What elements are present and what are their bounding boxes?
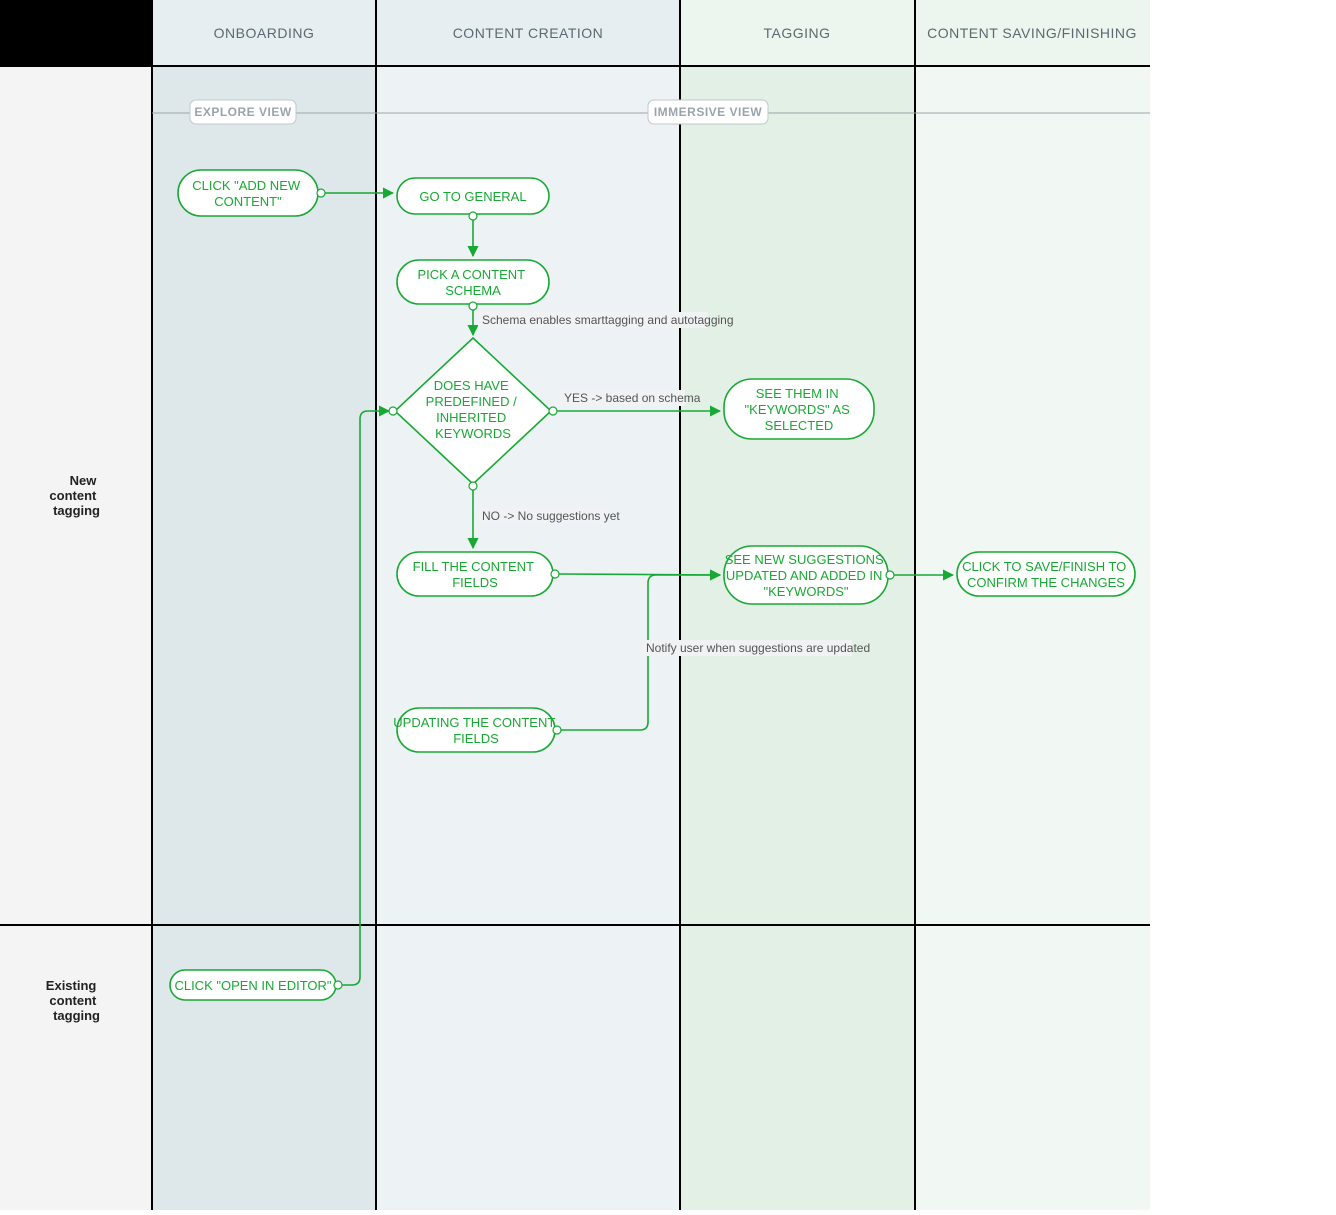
- flowchart-canvas: ONBOARDING CONTENT CREATION TAGGING CONT…: [0, 0, 1336, 1210]
- label-yes-branch: YES -> based on schema: [564, 391, 701, 405]
- label-notify-update: Notify user when suggestions are updated: [646, 641, 870, 655]
- svg-text:CLICK "OPEN IN EDITOR": CLICK "OPEN IN EDITOR": [174, 978, 331, 993]
- svg-text:IMMERSIVE VIEW: IMMERSIVE VIEW: [654, 105, 763, 119]
- svg-text:DOES HAVE PREDEFINED /: DOES HAVE PREDEFINED / INHERITED KEYWORD…: [426, 378, 521, 441]
- col-onboarding-label: ONBOARDING: [214, 25, 315, 41]
- node-click-add-new: CLICK "ADD NEW CONTENT": [178, 170, 325, 216]
- node-go-to-general: GO TO GENERAL: [397, 178, 549, 220]
- node-pick-schema: PICK A CONTENT SCHEMA: [397, 260, 549, 310]
- node-save-finish: CLICK TO SAVE/FINISH TO CONFIRM THE CHAN…: [957, 552, 1135, 596]
- row-existing-tagging-label: Existing content tagging: [46, 978, 100, 1023]
- col-saving-label: CONTENT SAVING/FINISHING: [927, 25, 1137, 41]
- node-see-keywords-selected: SEE THEM IN "KEYWORDS" AS SELECTED: [724, 379, 874, 439]
- label-no-branch: NO -> No suggestions yet: [482, 509, 620, 523]
- col-content-creation-label: CONTENT CREATION: [453, 25, 604, 41]
- svg-text:CLICK TO SAVE/FINISH TO: CLICK TO SAVE/FINISH TO CONFIRM THE CHAN…: [962, 559, 1130, 590]
- col-tagging-bg: [680, 0, 915, 1210]
- col-tagging-label: TAGGING: [763, 25, 830, 41]
- svg-text:GO TO GENERAL: GO TO GENERAL: [419, 189, 526, 204]
- node-open-in-editor: CLICK "OPEN IN EDITOR": [170, 970, 342, 1000]
- node-updating-fields: UPDATING THE CONTENT FIELDS: [393, 708, 561, 752]
- header-corner-black: [0, 0, 152, 66]
- node-see-suggestions: SEE NEW SUGGESTIONS UPDATED AND ADDED IN…: [724, 546, 894, 604]
- label-schema-enables: Schema enables smarttagging and autotagg…: [482, 313, 734, 327]
- row-header-column-bg: [0, 0, 152, 1210]
- node-fill-content-fields: FILL THE CONTENT FIELDS: [397, 552, 559, 596]
- col-saving-bg: [915, 0, 1150, 1210]
- svg-text:EXPLORE VIEW: EXPLORE VIEW: [194, 105, 292, 119]
